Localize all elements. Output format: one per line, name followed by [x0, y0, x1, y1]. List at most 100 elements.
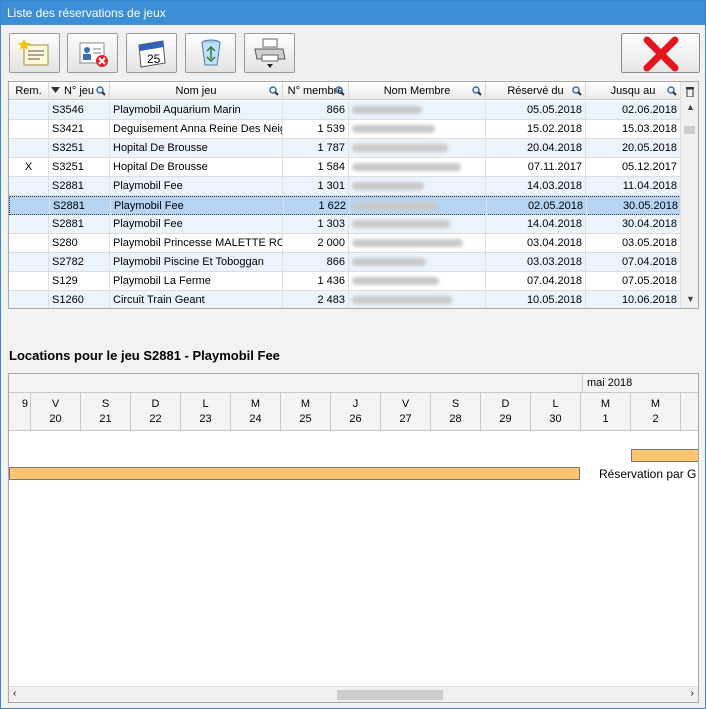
- planning-view: mai 2018 9 V 20 S 21 D 22 L 23 M 24 M 25 J 26 V 27 S 28 D 29…: [8, 373, 699, 703]
- cell-reserve-du: 07.11.2017: [486, 158, 586, 176]
- cell-reserve-du: 14.03.2018: [486, 177, 586, 195]
- scroll-left-icon[interactable]: ‹: [13, 688, 16, 699]
- table-row[interactable]: S2881 Playmobil Fee 1 303 14.04.2018 30.04.2…: [9, 215, 681, 234]
- redacted-member-name: [352, 144, 448, 152]
- cell-nom-jeu: Hopital De Brousse: [110, 139, 283, 157]
- cell-no-jeu: S2881: [49, 215, 110, 233]
- col-nom-jeu[interactable]: Nom jeu: [110, 82, 283, 100]
- day-header: 9 V 20 S 21 D 22 L 23 M 24 M 25 J 26 V 27 S 28 D 29 L 30 M 1 M 2: [9, 393, 698, 431]
- day-letter: M: [600, 398, 611, 410]
- cell-no-membre: 2 483: [283, 291, 349, 308]
- cell-reserve-du: 03.03.2018: [486, 253, 586, 271]
- day-letter: S: [101, 398, 110, 410]
- cell-rem: [9, 177, 49, 195]
- day-letter: M: [300, 398, 311, 410]
- window-title: Liste des réservations de jeux: [1, 1, 705, 25]
- reservation-bar[interactable]: [631, 449, 698, 462]
- col-jusqu-au[interactable]: Jusqu au: [586, 82, 681, 100]
- col-no-jeu[interactable]: N° jeu: [49, 82, 110, 100]
- search-icon[interactable]: [269, 86, 279, 96]
- search-icon[interactable]: [472, 86, 482, 96]
- day-number: 22: [149, 413, 162, 425]
- redacted-member-name: [352, 277, 439, 285]
- day-header-cell: L 23: [181, 393, 231, 431]
- print-button[interactable]: [244, 33, 295, 73]
- cell-nom-membre: [350, 197, 487, 215]
- day-number: 25: [299, 413, 312, 425]
- cell-jusqu-au: 05.12.2017: [586, 158, 681, 176]
- table-row[interactable]: S1260 Circuit Train Geant 2 483 10.05.2018 1…: [9, 291, 681, 308]
- col-nom-membre[interactable]: Nom Membre: [349, 82, 486, 100]
- svg-text:25: 25: [147, 52, 161, 66]
- search-icon[interactable]: [335, 86, 345, 96]
- close-button[interactable]: [621, 33, 700, 73]
- cell-jusqu-au: 10.06.2018: [586, 291, 681, 308]
- cell-rem: [9, 101, 49, 119]
- cell-nom-membre: [349, 101, 486, 119]
- reservation-bar-label: Réservation par G: [599, 467, 697, 481]
- table-row[interactable]: S129 Playmobil La Ferme 1 436 07.04.2018 07.…: [9, 272, 681, 291]
- cell-rem: [9, 272, 49, 290]
- col-rem[interactable]: Rem.: [9, 82, 49, 100]
- grid-scroll-thumb[interactable]: [684, 126, 695, 134]
- cell-reserve-du: 14.04.2018: [486, 215, 586, 233]
- delete-member-button[interactable]: [67, 33, 118, 73]
- cell-nom-membre: [349, 291, 486, 308]
- col-no-membre[interactable]: N° membre: [283, 82, 349, 100]
- day-number: 21: [99, 413, 112, 425]
- search-icon[interactable]: [96, 86, 106, 96]
- day-header-cell: M2: [631, 393, 681, 431]
- new-document-icon: [18, 39, 49, 66]
- redacted-member-name: [352, 239, 463, 247]
- day-letter: M: [650, 398, 661, 410]
- search-icon[interactable]: [572, 86, 582, 96]
- cell-jusqu-au: 30.05.2018: [587, 197, 682, 215]
- cell-nom-jeu: Playmobil Fee: [110, 177, 283, 195]
- cell-no-jeu: S3251: [49, 158, 110, 176]
- reservation-bar[interactable]: [9, 467, 580, 480]
- table-row[interactable]: S2881 Playmobil Fee 1 301 14.03.2018 11.04.2…: [9, 177, 681, 196]
- cell-reserve-du: 02.05.2018: [487, 197, 587, 215]
- cell-nom-jeu: Playmobil Aquarium Marin: [110, 101, 283, 119]
- cell-no-jeu: S129: [49, 272, 110, 290]
- toolbar: 25: [1, 25, 705, 79]
- day-number: 1: [602, 413, 609, 425]
- new-reservation-button[interactable]: [9, 33, 60, 73]
- day-letter: D: [501, 398, 510, 410]
- printer-icon: [254, 38, 286, 68]
- cell-nom-membre: [349, 234, 486, 252]
- planning-scroll-thumb[interactable]: [337, 690, 443, 700]
- cell-rem: [9, 291, 49, 308]
- planning-horizontal-scrollbar[interactable]: ‹ ›: [9, 686, 698, 702]
- table-row[interactable]: S280 Playmobil Princesse MALETTE ROSE 2 00…: [9, 234, 681, 253]
- cell-no-membre: 1 301: [283, 177, 349, 195]
- cell-nom-jeu: Playmobil Princesse MALETTE ROSE: [110, 234, 283, 252]
- cell-jusqu-au: 02.06.2018: [586, 101, 681, 119]
- month-label: mai 2018: [582, 374, 632, 393]
- table-row[interactable]: X S3251 Hopital De Brousse 1 584 07.11.2017 0…: [9, 158, 681, 177]
- grid-vertical-scrollbar[interactable]: ▲ ▼: [680, 82, 698, 308]
- search-icon[interactable]: [667, 86, 677, 96]
- day-header-cell: S 21: [81, 393, 131, 431]
- cell-reserve-du: 20.04.2018: [486, 139, 586, 157]
- calendar-button[interactable]: 25: [126, 33, 177, 73]
- table-row[interactable]: S2881 Playmobil Fee 1 622 02.05.2018 30.05.2…: [9, 196, 682, 215]
- scroll-up-icon[interactable]: ▲: [686, 102, 695, 112]
- cell-no-membre: 1 539: [283, 120, 349, 138]
- cell-rem: [9, 234, 49, 252]
- table-row[interactable]: S3546 Playmobil Aquarium Marin 866 05.05.20…: [9, 101, 681, 120]
- scroll-down-icon[interactable]: ▼: [686, 294, 695, 304]
- cell-reserve-du: 10.05.2018: [486, 291, 586, 308]
- day-letter: S: [451, 398, 460, 410]
- recycle-bin-button[interactable]: [185, 33, 236, 73]
- table-row[interactable]: S3421 Deguisement Anna Reine Des Neiges 1 …: [9, 120, 681, 139]
- col-reserve-du[interactable]: Réservé du: [486, 82, 586, 100]
- scroll-right-icon[interactable]: ›: [691, 688, 694, 699]
- table-row[interactable]: S3251 Hopital De Brousse 1 787 20.04.2018 20…: [9, 139, 681, 158]
- cell-nom-membre: [349, 177, 486, 195]
- cell-jusqu-au: 20.05.2018: [586, 139, 681, 157]
- day-number: 20: [49, 413, 62, 425]
- table-row[interactable]: S2782 Playmobil Piscine Et Toboggan 866 03.…: [9, 253, 681, 272]
- trash-icon[interactable]: [685, 85, 695, 97]
- day-header-cell: L 30: [531, 393, 581, 431]
